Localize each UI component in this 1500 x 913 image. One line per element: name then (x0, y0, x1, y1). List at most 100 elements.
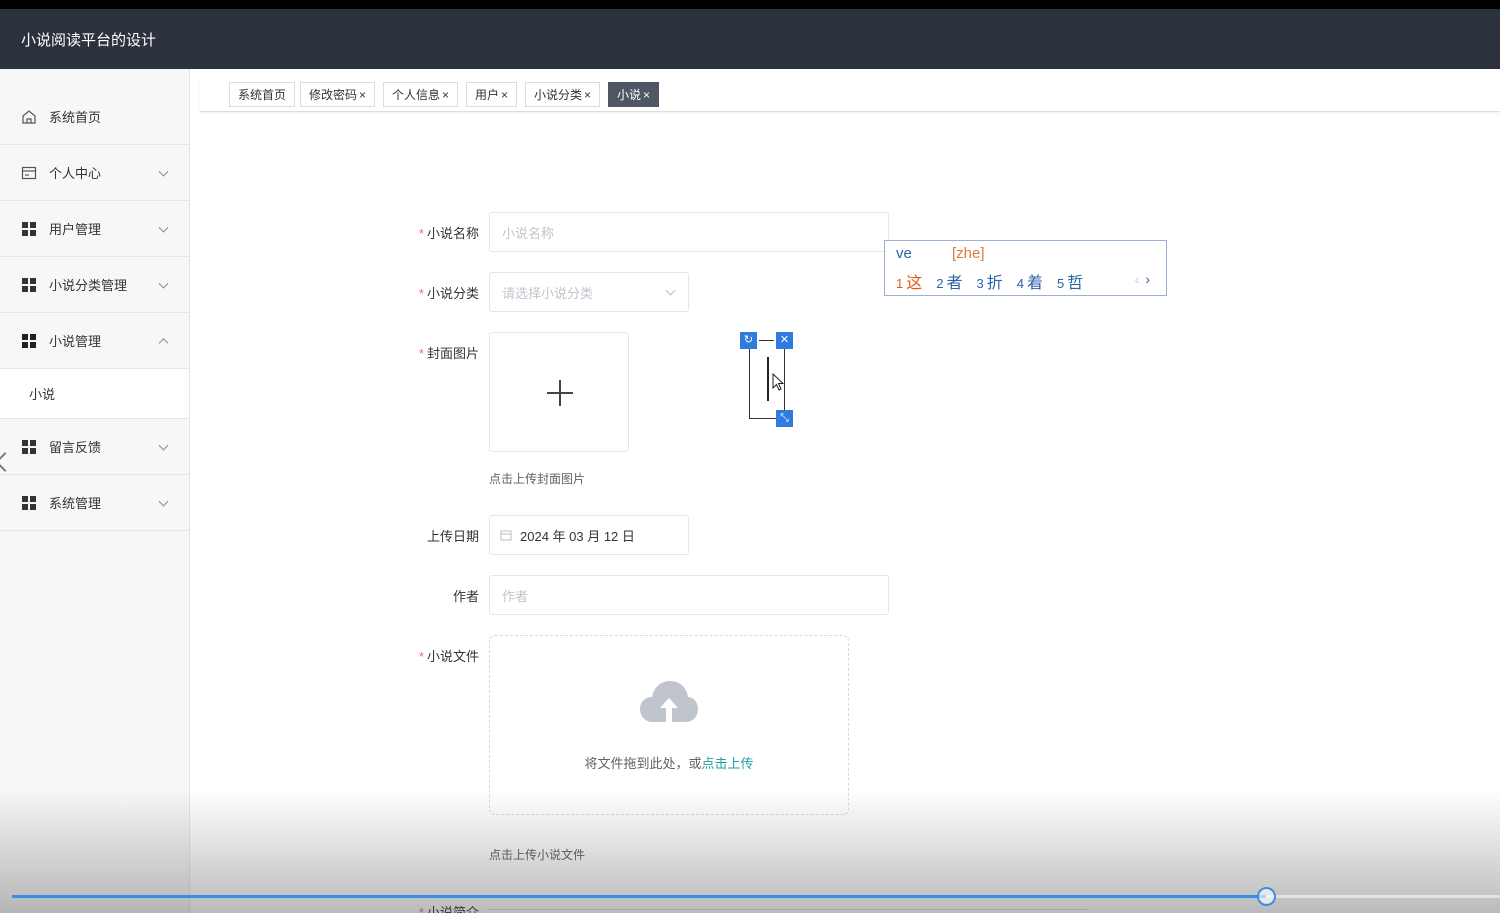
chevron-down-icon (158, 440, 169, 451)
sidebar-item-label: 系统管理 (49, 496, 102, 511)
widget-frame (749, 418, 777, 419)
app-title: 小说阅读平台的设计 (21, 32, 157, 49)
chevron-down-icon (158, 166, 169, 177)
sidebar-item-personal-center[interactable]: 个人中心 (0, 145, 189, 201)
ime-page-nav[interactable]: ‹ › (1135, 271, 1150, 287)
label-text: 作者 (452, 589, 479, 604)
ime-candidate[interactable]: 2者 (936, 269, 962, 293)
close-icon[interactable]: ✕ (776, 332, 793, 349)
sidebar-item-category-management[interactable]: 小说分类管理 (0, 257, 189, 313)
cover-upload-hint: 点击上传封面图片 (489, 472, 586, 486)
tab-change-password[interactable]: 修改密码 × (300, 82, 376, 107)
novel-category-label: * 小说分类 (359, 283, 479, 302)
calendar-icon (500, 529, 512, 541)
ime-candidate[interactable]: 5哲 (1057, 269, 1083, 293)
close-icon[interactable]: × (442, 88, 449, 102)
upload-date-picker[interactable]: 2024 年 03 月 12 日 (489, 515, 689, 555)
required-mark: * (418, 226, 424, 241)
chevron-down-icon (158, 222, 169, 233)
chevron-down-icon (158, 278, 169, 289)
sidebar-item-label: 留言反馈 (49, 440, 102, 455)
widget-divider (759, 340, 774, 341)
chevron-down-icon (158, 496, 169, 507)
tab-users[interactable]: 用户 × (466, 82, 518, 107)
ime-prev-icon[interactable]: ‹ (1135, 271, 1140, 287)
floating-edit-widget: ↻ ✕ ⤡ (740, 331, 796, 428)
sidebar-item-feedback[interactable]: 留言反馈 (0, 419, 189, 475)
sidebar-item-user-management[interactable]: 用户管理 (0, 201, 189, 257)
ime-next-icon[interactable]: › (1145, 271, 1150, 287)
novel-file-dropzone[interactable]: 将文件拖到此处，或点击上传 (489, 635, 849, 815)
grid-icon (20, 276, 38, 294)
widget-frame (784, 349, 785, 411)
tab-label: 系统首页 (238, 88, 287, 102)
sidebar-subitem-novel[interactable]: 小说 (0, 369, 189, 419)
video-progress-bar[interactable] (12, 887, 1500, 906)
upload-date-label: 上传日期 (359, 526, 479, 545)
top-strip (0, 0, 1500, 9)
select-placeholder: 请选择小说分类 (502, 285, 594, 301)
label-text: 小说文件 (426, 649, 479, 664)
ime-candidate[interactable]: 4着 (1017, 269, 1043, 293)
close-icon[interactable]: × (584, 88, 591, 102)
required-mark: * (418, 346, 424, 361)
tab-label: 小说分类 (534, 88, 583, 102)
tab-novel[interactable]: 小说 × (608, 82, 660, 107)
sidebar-item-label: 系统首页 (49, 110, 102, 125)
close-icon[interactable]: × (643, 88, 650, 102)
ime-pinyin: [zhe] (952, 245, 985, 262)
sidebar-item-home[interactable]: 系统首页 (0, 69, 189, 145)
text-cursor (767, 357, 769, 401)
label-text: 上传日期 (426, 529, 479, 544)
label-text: 小说名称 (426, 226, 479, 241)
grid-icon (20, 220, 38, 238)
tab-home[interactable]: 系统首页 (229, 82, 296, 107)
refresh-icon[interactable]: ↻ (740, 332, 757, 349)
novel-category-select[interactable]: 请选择小说分类 (489, 272, 689, 312)
sidebar-item-novel-management[interactable]: 小说管理 (0, 313, 189, 369)
tab-personal-info[interactable]: 个人信息 × (383, 82, 459, 107)
sidebar: 系统首页 个人中心 用户管理 小说分类管理 小说管理 小说 留言反馈 系统管理 (0, 69, 190, 913)
ime-candidate[interactable]: 1这 (896, 269, 922, 293)
chevron-down-icon (665, 285, 676, 296)
grid-icon (20, 494, 38, 512)
required-mark: * (418, 905, 424, 913)
author-input[interactable]: 作者 (489, 575, 889, 615)
video-progress-knob[interactable] (1257, 887, 1277, 906)
card-icon (20, 164, 38, 182)
label-text: 小说简介 (426, 905, 479, 913)
home-icon (20, 108, 38, 126)
chevron-up-icon (158, 337, 169, 348)
required-mark: * (418, 286, 424, 301)
dropzone-text: 将文件拖到此处，或点击上传 (490, 753, 848, 772)
click-upload-link[interactable]: 点击上传 (702, 756, 754, 771)
sidebar-item-label: 个人中心 (49, 166, 102, 181)
tab-label: 修改密码 (309, 88, 358, 102)
tab-novel-category[interactable]: 小说分类 × (525, 82, 601, 107)
novel-name-input[interactable]: 小说名称 (489, 212, 889, 252)
date-value: 2024 年 03 月 12 日 (520, 528, 635, 544)
close-icon[interactable]: × (501, 88, 508, 102)
grid-icon (20, 332, 38, 350)
sidebar-item-system-management[interactable]: 系统管理 (0, 475, 189, 531)
resize-icon[interactable]: ⤡ (776, 410, 793, 427)
dropzone-instruction: 将文件拖到此处，或 (584, 756, 702, 771)
sidebar-item-label: 小说管理 (49, 334, 102, 349)
sidebar-subitem-label: 小说 (29, 387, 56, 402)
sidebar-item-label: 小说分类管理 (49, 278, 128, 293)
novel-file-hint: 点击上传小说文件 (489, 848, 586, 862)
ime-candidate[interactable]: 3折 (977, 269, 1003, 293)
label-text: 封面图片 (426, 346, 479, 361)
grid-icon (20, 438, 38, 456)
widget-frame (749, 349, 750, 419)
novel-intro-label: * 小说简介 (359, 902, 479, 913)
novel-intro-editor[interactable] (489, 909, 1089, 913)
tab-bar: 系统首页 修改密码 × 个人信息 × 用户 × 小说分类 × 小说 × (200, 80, 1500, 112)
sidebar-item-label: 用户管理 (49, 222, 102, 237)
tab-label: 个人信息 (392, 88, 441, 102)
close-icon[interactable]: × (359, 88, 366, 102)
cover-upload-button[interactable] (489, 332, 629, 452)
required-mark: * (418, 649, 424, 664)
ime-candidate-window: ve [zhe] 1这 2者 3折 4着 5哲 ‹ › (884, 240, 1167, 296)
app-header: 小说阅读平台的设计 (0, 9, 1500, 69)
